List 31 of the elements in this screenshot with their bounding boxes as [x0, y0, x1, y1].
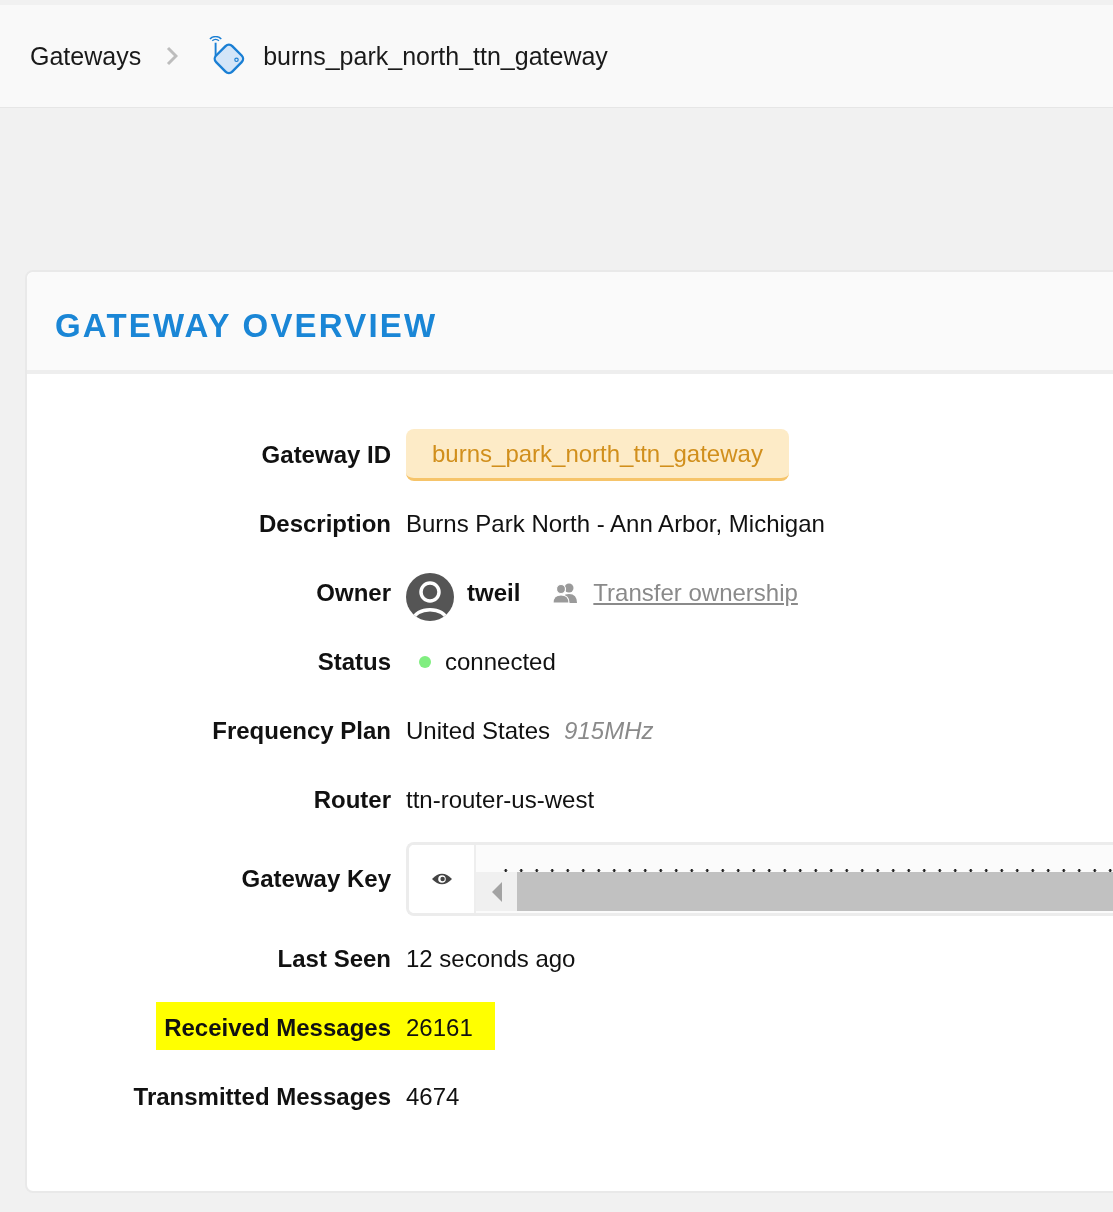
- field-label: Last Seen: [277, 944, 391, 973]
- field-label: Transmitted Messages: [133, 1082, 391, 1111]
- avatar-icon: [406, 572, 454, 621]
- breadcrumb-current: burns_park_north_ttn_gateway: [263, 41, 608, 71]
- field-label: Status: [317, 647, 391, 676]
- breadcrumb-link[interactable]: Gateways: [30, 41, 142, 71]
- field-label: Gateway Key: [241, 865, 391, 893]
- frequency-plan-value: United States: [406, 716, 551, 745]
- eye-icon: [430, 872, 453, 886]
- field-label: Description: [258, 509, 391, 538]
- field-label: Owner: [316, 578, 391, 607]
- show-key-button[interactable]: [409, 845, 476, 913]
- chevron-icon: [166, 46, 179, 66]
- status-value: connected: [445, 647, 556, 676]
- card-title: GATEWAY OVERVIEW: [55, 308, 438, 342]
- field-value: Burns Park North - Ann Arbor, Michigan: [406, 509, 825, 538]
- field-value: 12 seconds ago: [406, 944, 576, 973]
- field-label: Received Messages: [164, 1013, 391, 1042]
- people-icon: [552, 581, 579, 604]
- owner-name: tweil: [467, 578, 521, 607]
- field-label: Gateway ID: [261, 440, 391, 469]
- field-label: Router: [313, 785, 391, 814]
- field-label: Frequency Plan: [212, 716, 391, 745]
- frequency-value: 915MHz: [564, 716, 654, 745]
- field-value: 26161: [406, 1013, 473, 1042]
- left-arrow-icon: [491, 881, 502, 902]
- antenna-device-icon: [208, 36, 247, 76]
- key-field[interactable]: [406, 842, 1113, 916]
- field-value: 4674: [406, 1082, 460, 1111]
- field-value: ttn-router-us-west: [406, 785, 595, 814]
- gateway-id-badge: burns_park_north_ttn_gateway: [406, 428, 789, 481]
